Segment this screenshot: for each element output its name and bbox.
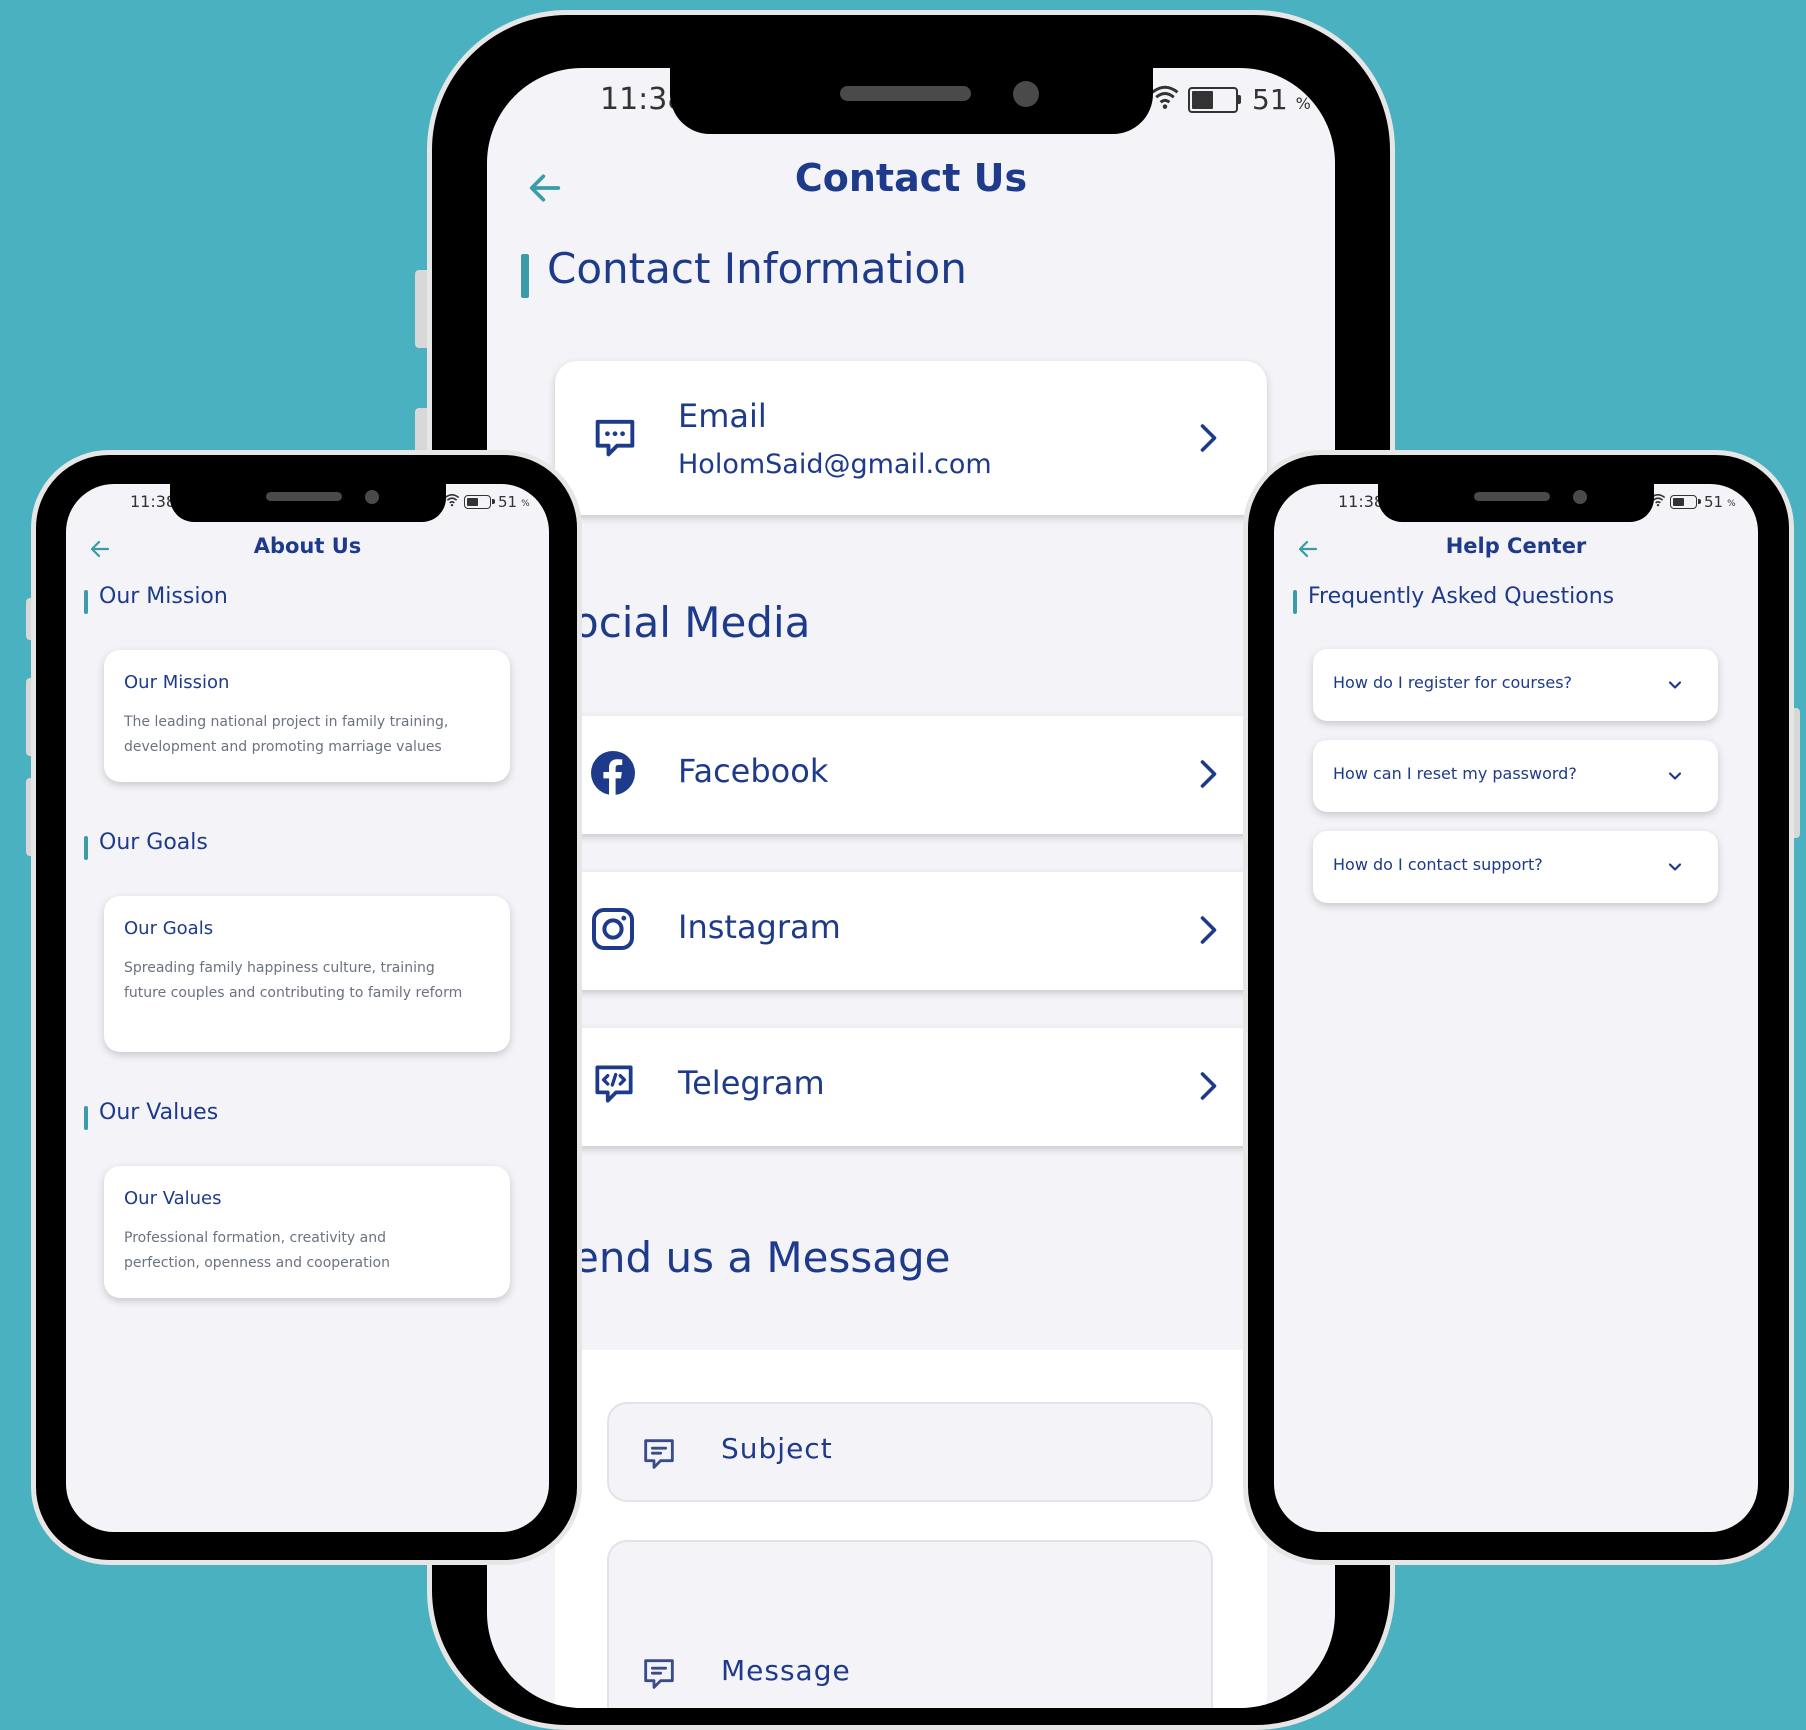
message-icon (639, 1434, 679, 1474)
card-text: Spreading family happiness culture, trai… (124, 960, 463, 1001)
section-title-social: ocial Media (573, 598, 811, 647)
notch (170, 484, 446, 522)
battery-unit: % (521, 498, 530, 509)
instagram-label: Instagram (678, 908, 841, 946)
speaker (1474, 492, 1550, 501)
battery-level: 51 (498, 492, 518, 511)
front-camera (1573, 490, 1587, 504)
chevron-down-icon[interactable] (1665, 766, 1685, 786)
chevron-down-icon[interactable] (1665, 857, 1685, 877)
chevron-right-icon (1189, 910, 1225, 950)
telegram-label: Telegram (678, 1064, 825, 1102)
help-screen: 11:38 51% Help Center Frequently Asked Q… (1274, 484, 1758, 1532)
mission-card: Our Mission The leading national project… (104, 650, 510, 782)
email-card[interactable]: Email HolomSaid@gmail.com (555, 361, 1267, 515)
wifi-icon (444, 492, 460, 511)
contact-screen: 11:38 51% Contact Us Contact Information… (487, 68, 1335, 1708)
battery-level: 51 (1252, 83, 1288, 116)
status-right: 51% (444, 492, 530, 511)
section-title-contact-info: Contact Information (547, 244, 967, 293)
facebook-card[interactable]: Facebook (555, 716, 1267, 834)
faq-question: How do I register for courses? (1333, 673, 1573, 692)
section-bar (84, 836, 88, 860)
message-form: Subject Message (555, 1350, 1267, 1708)
faq-item[interactable]: How can I reset my password? (1313, 740, 1718, 812)
section-title-values: Our Values (99, 1100, 219, 1125)
facebook-label: Facebook (678, 752, 829, 790)
card-title: Our Values (124, 1188, 222, 1209)
section-bar (521, 254, 529, 298)
chevron-right-icon (1189, 754, 1225, 794)
about-screen: 11:38 51% About Us Our Mission Our Missi… (66, 484, 549, 1532)
email-value[interactable]: HolomSaid@gmail.com (678, 449, 992, 480)
side-button (415, 270, 427, 348)
message-icon (639, 1654, 679, 1694)
faq-item[interactable]: How do I contact support? (1313, 831, 1718, 903)
section-title-message: end us a Message (573, 1233, 951, 1282)
speaker (266, 492, 342, 501)
card-text: Professional formation, creativity and p… (124, 1230, 390, 1271)
chat-bubble-icon (589, 411, 641, 463)
card-text: The leading national project in family t… (124, 714, 449, 755)
faq-item[interactable]: How do I register for courses? (1313, 649, 1718, 721)
section-bar (84, 1106, 88, 1130)
battery-unit: % (1295, 94, 1311, 113)
chevron-right-icon (1189, 1066, 1225, 1106)
faq-question: How do I contact support? (1333, 855, 1543, 874)
battery-icon (1188, 86, 1241, 113)
code-chat-icon (589, 1059, 639, 1109)
subject-input[interactable]: Subject (607, 1402, 1213, 1502)
battery-unit: % (1727, 498, 1736, 509)
email-label: Email (678, 397, 767, 435)
page-title: Contact Us (794, 156, 1028, 200)
speaker (840, 86, 971, 101)
instagram-card[interactable]: Instagram (555, 872, 1267, 990)
subject-placeholder: Subject (721, 1432, 833, 1465)
page-title: About Us (253, 534, 362, 558)
values-card: Our Values Professional formation, creat… (104, 1166, 510, 1298)
chevron-down-icon[interactable] (1665, 675, 1685, 695)
section-bar (84, 590, 88, 614)
message-input[interactable]: Message (607, 1540, 1213, 1708)
section-title-mission: Our Mission (99, 584, 228, 609)
telegram-card[interactable]: Telegram (555, 1028, 1267, 1146)
battery-icon (1670, 494, 1701, 509)
facebook-icon (589, 749, 637, 797)
wifi-icon (1150, 82, 1180, 117)
goals-card: Our Goals Spreading family happiness cul… (104, 896, 510, 1052)
section-title-goals: Our Goals (99, 830, 208, 855)
status-right: 51% (1650, 492, 1736, 511)
chevron-right-icon (1189, 418, 1225, 458)
card-title: Our Goals (124, 918, 214, 939)
notch (1378, 484, 1654, 522)
page-title: Help Center (1445, 534, 1587, 558)
status-right: 51% (1150, 82, 1311, 117)
battery-icon (464, 494, 495, 509)
section-title-faq: Frequently Asked Questions (1308, 584, 1615, 609)
battery-level: 51 (1704, 492, 1724, 511)
front-camera (365, 490, 379, 504)
instagram-icon (589, 905, 637, 953)
message-placeholder: Message (721, 1654, 851, 1687)
section-bar (1293, 590, 1297, 614)
front-camera (1013, 81, 1039, 107)
faq-question: How can I reset my password? (1333, 764, 1577, 783)
card-title: Our Mission (124, 672, 230, 693)
